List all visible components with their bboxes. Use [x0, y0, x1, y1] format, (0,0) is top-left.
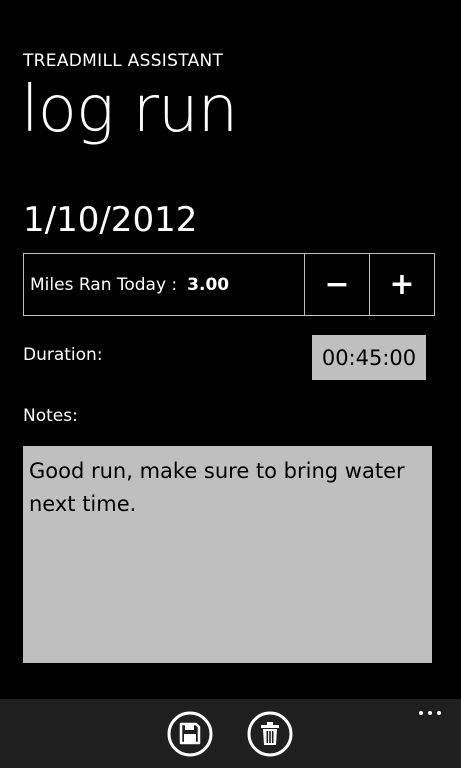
ellipsis-dot: [428, 711, 432, 715]
delete-button[interactable]: [247, 711, 293, 757]
notes-textarea[interactable]: Good run, make sure to bring water next …: [23, 446, 432, 663]
delete-icon: [247, 711, 293, 757]
save-button[interactable]: [167, 711, 213, 757]
miles-stepper: Miles Ran Today : 3.00 − +: [23, 253, 435, 316]
app-bar: [0, 699, 461, 768]
ellipsis-dot: [437, 711, 441, 715]
increment-miles-button[interactable]: +: [369, 254, 434, 315]
duration-label: Duration:: [23, 345, 103, 365]
app-title: TREADMILL ASSISTANT: [23, 51, 224, 71]
duration-field[interactable]: 00:45:00: [312, 335, 426, 380]
miles-display: Miles Ran Today : 3.00: [24, 254, 304, 315]
notes-label: Notes:: [23, 406, 78, 426]
decrement-miles-button[interactable]: −: [304, 254, 369, 315]
more-options-ellipsis-icon[interactable]: [419, 709, 441, 717]
page-title: log run: [21, 73, 238, 147]
miles-label: Miles Ran Today :: [30, 274, 178, 295]
ellipsis-dot: [419, 711, 423, 715]
run-date: 1/10/2012: [23, 200, 198, 240]
miles-value: 3.00: [187, 274, 230, 295]
save-icon: [167, 711, 213, 757]
